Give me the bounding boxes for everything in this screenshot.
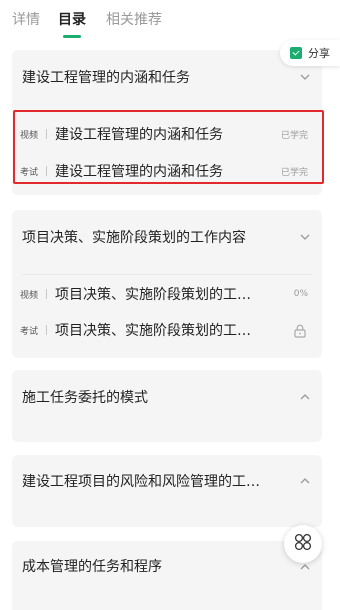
chapter-section: 建设工程管理的内涵和任务 视频 建设工程管理的内涵和任务 已学完 考试 建设工程… (12, 50, 322, 195)
lesson-type-tag: 考试 (20, 167, 39, 178)
chevron-down-icon[interactable] (300, 72, 310, 82)
share-button[interactable]: 分享 (280, 40, 340, 66)
lesson-item-exam[interactable]: 考试 项目决策、实施阶段策划的工作内容 (20, 318, 320, 342)
lock-icon (294, 323, 306, 338)
separator (46, 289, 47, 299)
chapter-section: 施工任务委托的模式 (12, 370, 322, 442)
chevron-up-icon[interactable] (300, 562, 310, 572)
chapter-title[interactable]: 项目决策、实施阶段策划的工作内容 (22, 228, 267, 248)
tab-recommend[interactable]: 相关推荐 (106, 10, 162, 30)
floating-menu-button[interactable] (284, 525, 322, 563)
chapter-section: 项目决策、实施阶段策划的工作内容 视频 项目决策、实施阶段策划的工作内容 0% … (12, 210, 322, 358)
active-tab-indicator (63, 35, 81, 38)
lesson-item-exam[interactable]: 考试 建设工程管理的内涵和任务 已学完 (20, 159, 320, 183)
chevron-down-icon[interactable] (300, 232, 310, 242)
lesson-type-tag: 视频 (20, 130, 39, 141)
chevron-up-icon[interactable] (300, 476, 310, 486)
divider (22, 274, 312, 275)
lesson-status: 已学完 (280, 167, 308, 178)
lesson-item-video[interactable]: 视频 项目决策、实施阶段策划的工作内容 0% (20, 282, 320, 306)
lesson-progress: 0% (293, 289, 308, 299)
lesson-title: 建设工程管理的内涵和任务 (55, 164, 223, 180)
lesson-item-video[interactable]: 视频 建设工程管理的内涵和任务 已学完 (20, 122, 320, 146)
tab-bar: 详情 目录 相关推荐 (0, 0, 340, 40)
lesson-title: 建设工程管理的内涵和任务 (55, 127, 223, 143)
separator (46, 325, 47, 335)
chapter-title[interactable]: 建设工程项目的风险和风险管理的工作流程 (22, 472, 267, 492)
lesson-type-tag: 考试 (20, 326, 39, 337)
grid-menu-icon (293, 532, 313, 556)
lesson-title: 项目决策、实施阶段策划的工作内容 (55, 323, 261, 339)
lesson-status: 已学完 (280, 130, 308, 141)
chevron-up-icon[interactable] (300, 392, 310, 402)
separator (46, 129, 47, 139)
chapter-section: 成本管理的任务和程序 (12, 541, 322, 610)
share-label: 分享 (308, 47, 330, 60)
chapter-title[interactable]: 建设工程管理的内涵和任务 (22, 68, 267, 88)
lesson-title: 项目决策、实施阶段策划的工作内容 (55, 287, 261, 303)
separator (46, 166, 47, 176)
tab-details[interactable]: 详情 (12, 10, 40, 30)
share-icon (290, 47, 302, 59)
chapter-section: 建设工程项目的风险和风险管理的工作流程 (12, 455, 322, 527)
chapter-title[interactable]: 施工任务委托的模式 (22, 388, 267, 408)
chapter-title[interactable]: 成本管理的任务和程序 (22, 557, 267, 577)
lesson-type-tag: 视频 (20, 290, 39, 301)
tab-catalog[interactable]: 目录 (58, 10, 86, 30)
